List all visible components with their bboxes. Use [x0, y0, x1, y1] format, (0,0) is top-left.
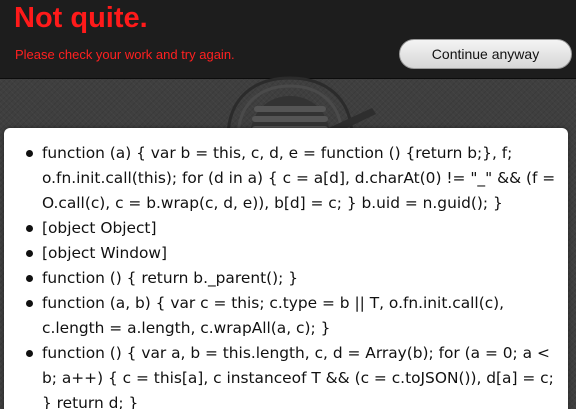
bullet-icon — [26, 300, 33, 307]
result-item: function () { return b._parent(); } — [26, 266, 558, 291]
banner-message: Please check your work and try again. — [15, 47, 235, 62]
bullet-icon — [26, 225, 33, 232]
result-item: [object Object] — [26, 216, 558, 241]
result-item: [object Window] — [26, 241, 558, 266]
bullet-icon — [26, 275, 33, 282]
page: Not quite. Please check your work and tr… — [0, 0, 576, 409]
bullet-icon — [26, 250, 33, 257]
result-item: function (a) { var b = this, c, d, e = f… — [26, 141, 558, 216]
result-banner: Not quite. Please check your work and tr… — [0, 0, 576, 79]
result-item: function (a, b) { var c = this; c.type =… — [26, 291, 558, 341]
continue-anyway-button[interactable]: Continue anyway — [399, 39, 572, 69]
banner-title: Not quite. — [14, 2, 148, 34]
result-item-text: function () { var a, b = this.length, c,… — [42, 344, 554, 409]
result-item-text: [object Object] — [42, 219, 157, 237]
result-item-text: function (a, b) { var c = this; c.type =… — [42, 294, 505, 337]
result-item: function () { var a, b = this.length, c,… — [26, 341, 558, 409]
output-panel: function (a) { var b = this, c, d, e = f… — [4, 128, 568, 409]
bullet-icon — [26, 150, 33, 157]
bullet-icon — [26, 350, 33, 357]
result-item-text: function (a) { var b = this, c, d, e = f… — [42, 144, 556, 212]
result-list: function (a) { var b = this, c, d, e = f… — [4, 128, 568, 409]
result-item-text: function () { return b._parent(); } — [42, 269, 298, 287]
result-item-text: [object Window] — [42, 244, 168, 262]
